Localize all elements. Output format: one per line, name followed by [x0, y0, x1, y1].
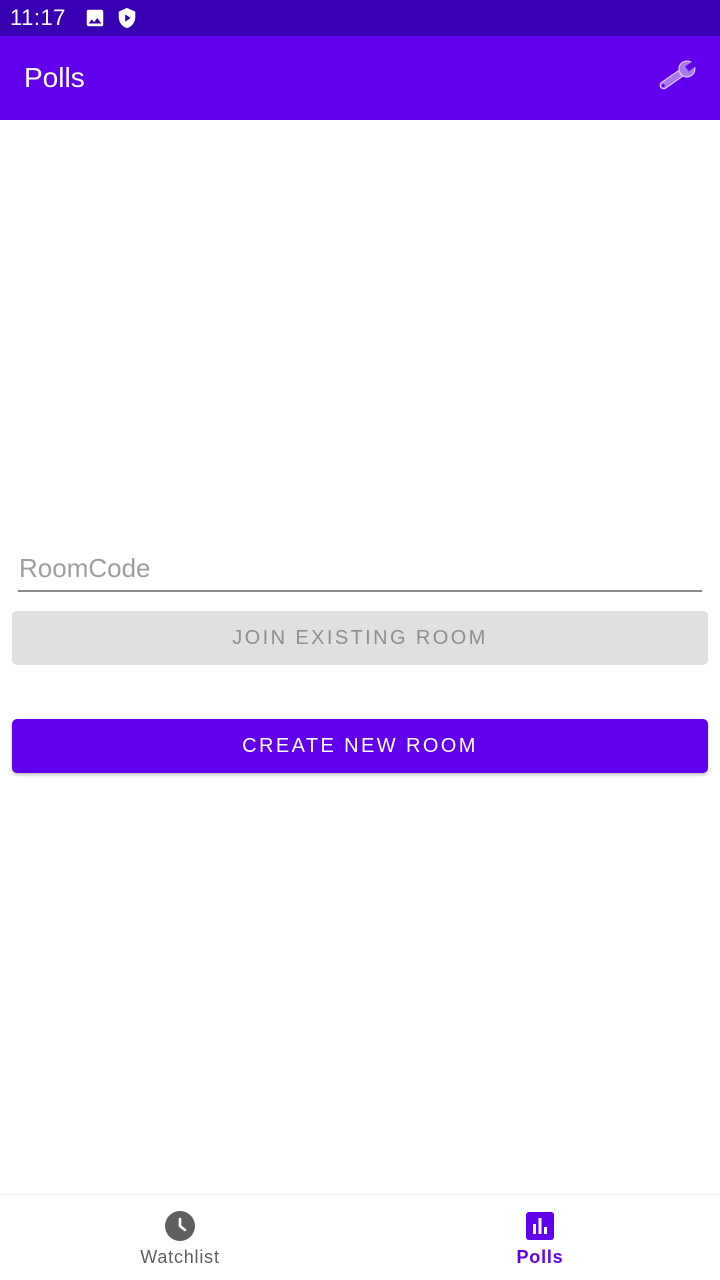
create-new-room-label: CREATE NEW ROOM [242, 734, 478, 757]
room-code-input[interactable] [18, 548, 702, 588]
shield-play-icon [116, 7, 138, 29]
settings-button[interactable] [652, 54, 700, 102]
bar-chart-icon [525, 1211, 555, 1241]
polls-screen: 11:17 Polls RoomCode JOIN EXISTING ROOM … [0, 0, 720, 1280]
nav-label-polls: Polls [516, 1247, 564, 1267]
join-existing-room-label: JOIN EXISTING ROOM [232, 626, 488, 649]
bottom-navigation: Watchlist Polls [0, 1194, 720, 1280]
nav-item-polls[interactable]: Polls [360, 1195, 720, 1280]
status-time: 11:17 [10, 5, 66, 30]
page-title: Polls [24, 62, 85, 93]
app-bar: Polls [0, 36, 720, 120]
nav-item-watchlist[interactable]: Watchlist [0, 1195, 360, 1280]
create-new-room-button[interactable]: CREATE NEW ROOM [12, 719, 708, 773]
nav-label-watchlist: Watchlist [140, 1247, 220, 1267]
clock-icon [165, 1211, 195, 1241]
image-icon [84, 7, 106, 29]
status-bar: 11:17 [0, 0, 720, 36]
room-code-field-wrapper [18, 548, 702, 592]
join-existing-room-button[interactable]: JOIN EXISTING ROOM [12, 611, 708, 665]
wrench-icon [653, 56, 699, 101]
